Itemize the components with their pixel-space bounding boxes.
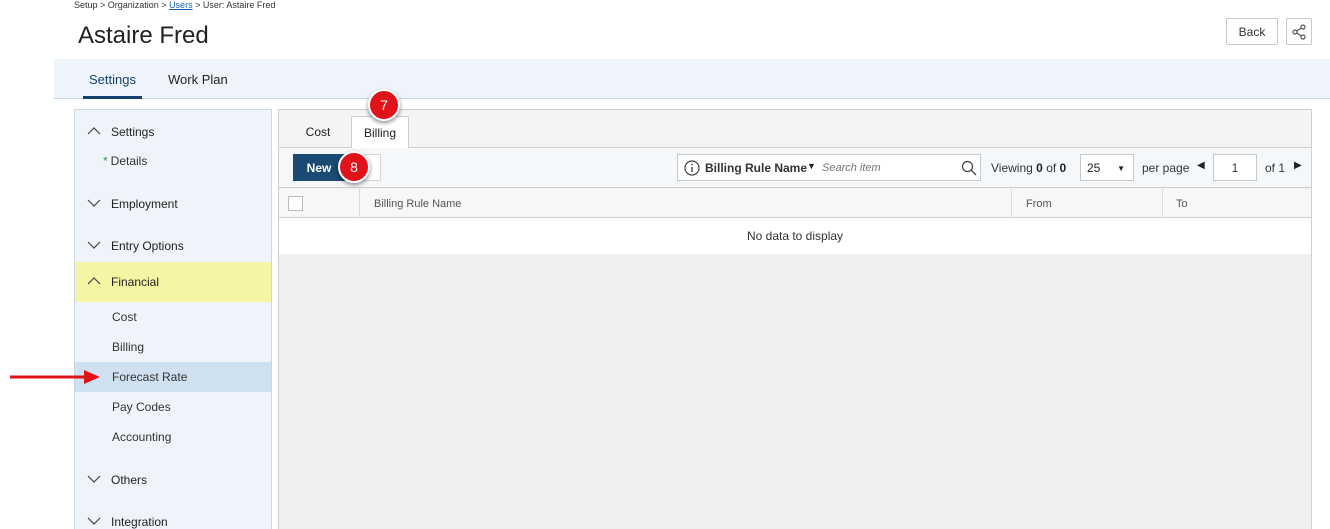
sidebar-group-financial[interactable]: Financial (75, 262, 271, 302)
grid-header: Billing Rule Name From To (279, 189, 1311, 218)
step-callout-7: 7 (368, 89, 400, 121)
column-divider (359, 189, 360, 218)
caret-down-icon[interactable]: ▼ (807, 161, 816, 171)
sidebar-group-others[interactable]: Others (75, 460, 271, 500)
step-callout-8: 8 (338, 151, 370, 183)
page-size-value: 25 (1087, 160, 1101, 175)
sidebar-group-label: Employment (111, 197, 178, 211)
breadcrumb-current: > User: Astaire Fred (192, 0, 276, 10)
sidebar-group-label: Settings (111, 125, 155, 139)
column-divider (1011, 189, 1012, 218)
sidebar-group-employment[interactable]: Employment (75, 184, 271, 224)
sidebar-group-label: Financial (111, 275, 160, 289)
search-field-select[interactable]: Billing Rule Name (705, 161, 807, 175)
page-total-label: of 1 (1265, 161, 1286, 175)
viewing-start: 0 (1036, 161, 1043, 175)
viewing-of: of (1046, 161, 1057, 175)
sidebar-group-integration[interactable]: Integration (75, 502, 271, 529)
sidebar-item-label: Details (110, 154, 148, 168)
column-divider (1162, 189, 1163, 218)
empty-grid-message: No data to display (279, 218, 1311, 254)
select-all-checkbox[interactable] (288, 196, 303, 211)
required-star-icon: * (103, 154, 108, 168)
search-box: Billing Rule Name ▼ (677, 154, 981, 181)
viewing-total: 0 (1059, 161, 1067, 175)
tab-work-plan[interactable]: Work Plan (168, 59, 228, 99)
sidebar-item-pay-codes[interactable]: Pay Codes (75, 392, 271, 422)
share-icon (1292, 23, 1306, 40)
tab-cost[interactable]: Cost (293, 116, 343, 148)
share-button[interactable] (1286, 18, 1312, 45)
sidebar-item-billing[interactable]: Billing (75, 332, 271, 362)
page-title: Astaire Fred (78, 22, 209, 49)
sidebar-item-accounting[interactable]: Accounting (75, 422, 271, 452)
sidebar-group-label: Entry Options (111, 239, 184, 253)
chevron-down-icon (87, 199, 101, 207)
column-header-billing-rule-name[interactable]: Billing Rule Name (374, 189, 461, 218)
top-tab-bar: Settings Work Plan (54, 59, 1330, 99)
sidebar-item-label: Accounting (112, 430, 172, 444)
grid-toolbar: New Billing Rule Name ▼ Viewing 0 (279, 148, 1311, 188)
caret-down-icon: ▼ (1117, 164, 1125, 173)
sub-tab-bar: Cost Billing (279, 110, 1311, 149)
sidebar-item-label: Cost (112, 310, 137, 324)
next-page-icon[interactable]: ▶ (1294, 160, 1302, 171)
content-panel: Cost Billing New Billing Rule Name ▼ Sea… (278, 109, 1312, 529)
sidebar-group-label: Integration (111, 515, 168, 529)
sidebar-group-label: Others (111, 473, 148, 487)
sidebar-item-label: Forecast Rate (112, 370, 188, 384)
chevron-down-icon (87, 517, 101, 525)
sidebar-item-cost[interactable]: Cost (75, 302, 271, 332)
chevron-up-icon (87, 277, 101, 285)
tab-billing[interactable]: Billing (351, 116, 409, 149)
page-size-select[interactable]: 25 ▼ (1080, 154, 1134, 181)
search-input[interactable] (822, 159, 952, 177)
column-header-to[interactable]: To (1176, 189, 1188, 218)
per-page-label: per page (1142, 161, 1190, 175)
viewing-prefix: Viewing (991, 161, 1033, 175)
breadcrumb-prefix: Setup > Organization > (74, 0, 170, 10)
red-arrow-icon (10, 370, 100, 384)
user-settings-page: Setup > Organization > Users > User: Ast… (0, 0, 1330, 529)
search-icon[interactable] (961, 160, 977, 176)
page-number-input[interactable] (1213, 154, 1257, 181)
breadcrumb: Setup > Organization > Users > User: Ast… (74, 0, 275, 10)
info-icon[interactable] (684, 160, 700, 176)
sidebar-item-details[interactable]: * Details (75, 146, 271, 176)
settings-sidebar: Settings * Details Employment Entry Optio… (74, 109, 272, 529)
breadcrumb-users-link[interactable]: Users (169, 0, 193, 10)
sidebar-item-label: Pay Codes (112, 400, 171, 414)
chevron-up-icon (87, 127, 101, 135)
chevron-down-icon (87, 241, 101, 249)
back-button[interactable]: Back (1226, 18, 1278, 45)
prev-page-icon[interactable]: ◀ (1197, 160, 1205, 171)
tab-settings[interactable]: Settings (83, 59, 142, 99)
sidebar-item-label: Billing (112, 340, 145, 354)
column-header-from[interactable]: From (1026, 189, 1052, 218)
sidebar-group-entry-options[interactable]: Entry Options (75, 226, 271, 266)
viewing-count: Viewing 0 of 0 (991, 161, 1066, 175)
chevron-down-icon (87, 475, 101, 483)
sidebar-item-forecast-rate[interactable]: Forecast Rate (75, 362, 271, 392)
